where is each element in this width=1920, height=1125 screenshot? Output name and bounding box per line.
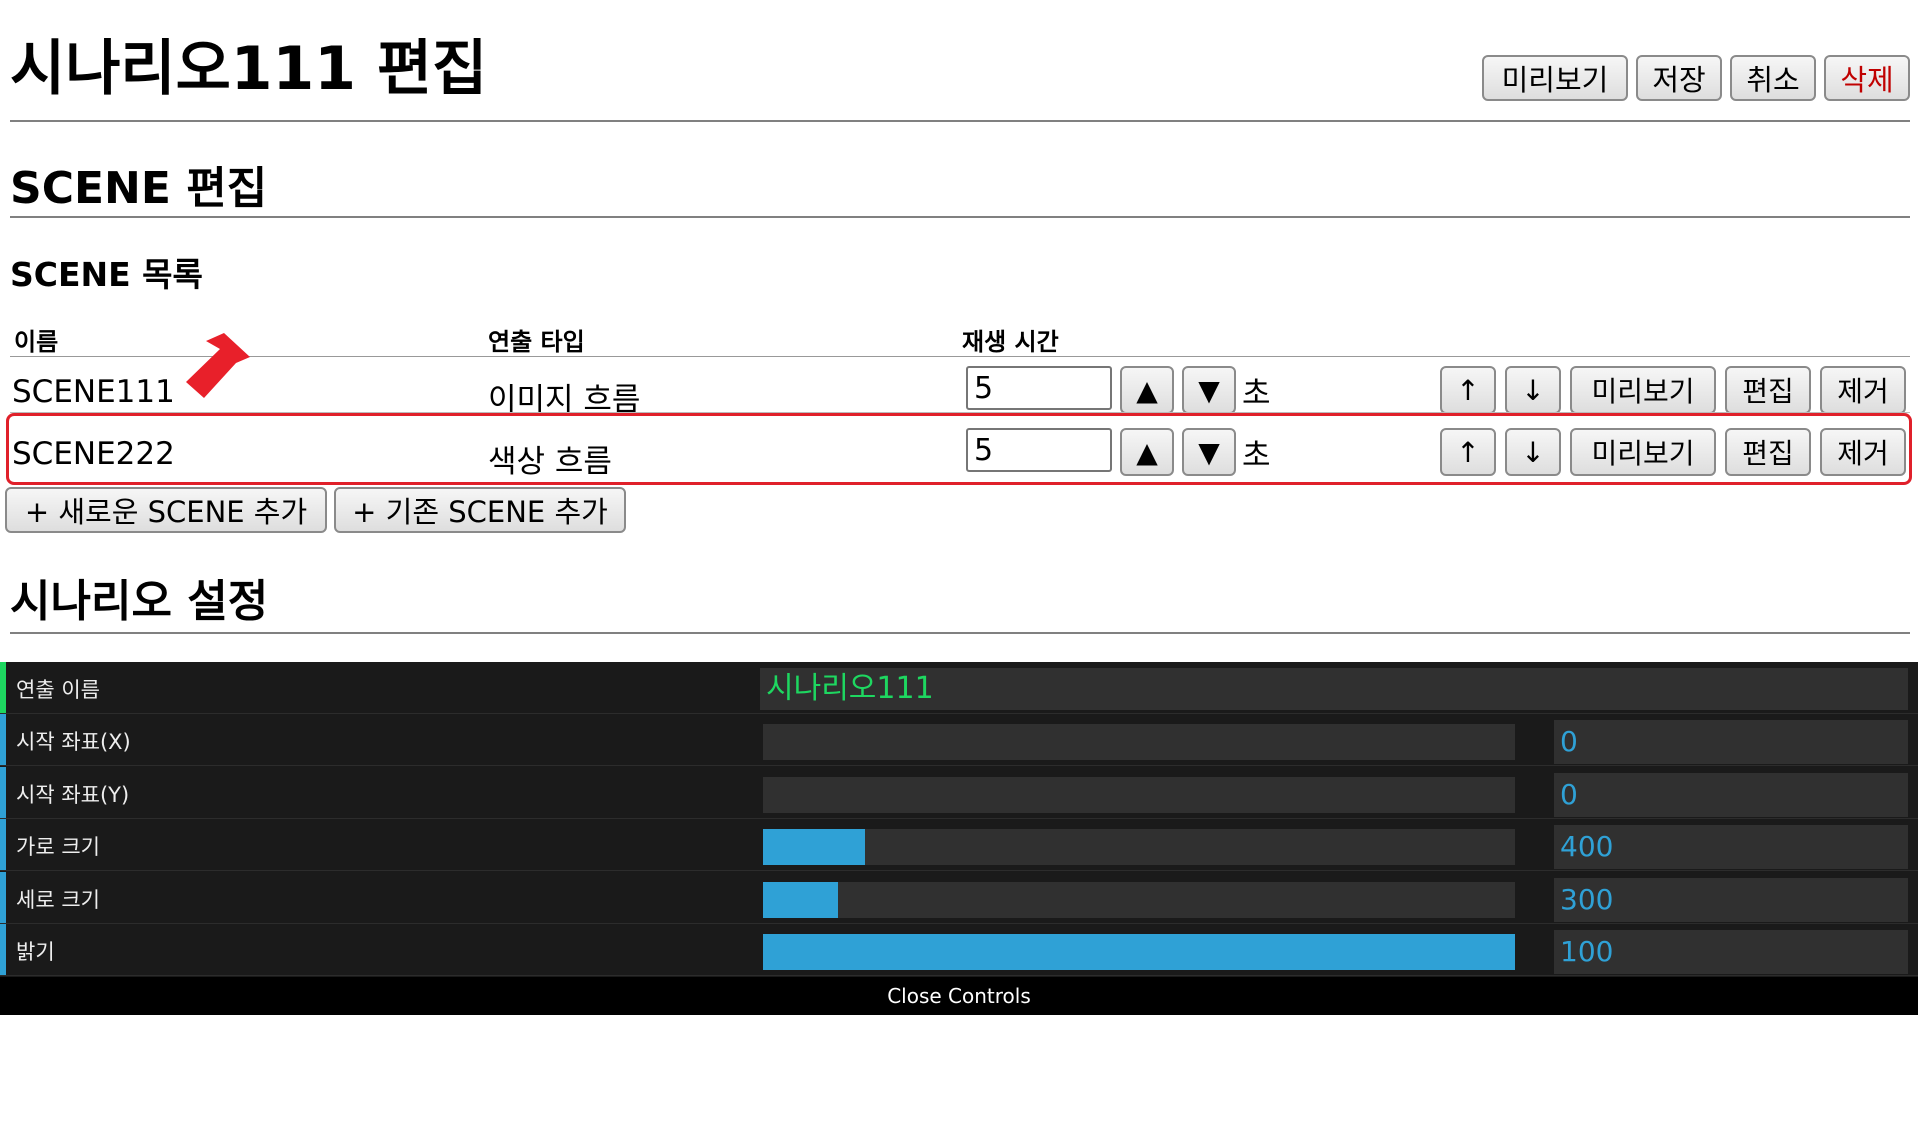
table-header-divider [10, 356, 1910, 357]
row-accent [0, 924, 6, 975]
scene-name: SCENE111 [12, 374, 175, 410]
duration-input[interactable] [966, 366, 1112, 410]
setting-brightness-row: 밝기 100 [0, 924, 1918, 976]
row-accent [0, 819, 6, 870]
scene-edit-button[interactable]: 편집 [1725, 366, 1811, 414]
scene-remove-button[interactable]: 제거 [1820, 366, 1906, 414]
row-accent [0, 767, 6, 818]
move-up-button[interactable]: ↑ [1440, 366, 1496, 414]
move-down-button[interactable]: ↓ [1505, 366, 1561, 414]
column-header-name: 이름 [14, 328, 59, 356]
height-slider[interactable] [763, 882, 1515, 918]
settings-panel: 연출 이름 시나리오111 시작 좌표(X) 0 시작 좌표(Y) 0 가로 크… [0, 662, 1918, 1015]
setting-label: 시작 좌표(Y) [16, 783, 130, 807]
setting-height-row: 세로 크기 300 [0, 872, 1918, 924]
brightness-slider[interactable] [763, 934, 1515, 970]
scenario-edit-page: 시나리오111 편집 미리보기 저장 취소 삭제 SCENE 편집 SCENE … [0, 0, 1920, 1125]
header-actions: 미리보기 저장 취소 삭제 [1482, 55, 1910, 101]
slider-fill [763, 882, 839, 918]
setting-label: 시작 좌표(X) [16, 730, 131, 754]
name-field[interactable]: 시나리오111 [760, 668, 1908, 710]
settings-divider [10, 632, 1910, 634]
duration-increase-button[interactable]: ▲ [1120, 366, 1174, 414]
brightness-field[interactable]: 100 [1554, 930, 1908, 974]
setting-label: 가로 크기 [16, 835, 100, 859]
settings-heading: 시나리오 설정 [10, 576, 269, 627]
row-accent [0, 872, 6, 923]
close-controls-button[interactable]: Close Controls [0, 977, 1918, 1015]
save-button[interactable]: 저장 [1636, 55, 1722, 101]
setting-width-row: 가로 크기 400 [0, 819, 1918, 871]
duration-unit: 초 [1242, 376, 1271, 412]
preview-button[interactable]: 미리보기 [1482, 55, 1628, 101]
scene-edit-heading: SCENE 편집 [10, 163, 268, 214]
setting-label: 연출 이름 [16, 678, 100, 702]
slider-fill [763, 934, 1515, 970]
slider-fill [763, 829, 865, 865]
setting-start-x-row: 시작 좌표(X) 0 [0, 714, 1918, 766]
duration-decrease-button[interactable]: ▼ [1182, 366, 1236, 414]
height-field[interactable]: 300 [1554, 878, 1908, 922]
scene-list-heading: SCENE 목록 [10, 255, 203, 294]
column-header-duration: 재생 시간 [962, 328, 1059, 356]
delete-button[interactable]: 삭제 [1824, 55, 1910, 101]
setting-start-y-row: 시작 좌표(Y) 0 [0, 767, 1918, 819]
selected-row-highlight [6, 413, 1912, 485]
row-accent [0, 714, 6, 765]
page-title: 시나리오111 편집 [10, 34, 488, 104]
start-y-field[interactable]: 0 [1554, 773, 1908, 817]
header-divider [10, 120, 1910, 122]
start-x-slider[interactable] [763, 724, 1515, 760]
cancel-button[interactable]: 취소 [1730, 55, 1816, 101]
setting-label: 밝기 [16, 940, 55, 964]
header: 시나리오111 편집 미리보기 저장 취소 삭제 [10, 30, 1910, 120]
pointer-arrow-icon [186, 333, 250, 398]
start-y-slider[interactable] [763, 777, 1515, 813]
scene-preview-button[interactable]: 미리보기 [1570, 366, 1716, 414]
add-existing-scene-button[interactable]: + 기존 SCENE 추가 [334, 487, 626, 533]
scene-divider [10, 216, 1910, 218]
setting-name-row: 연출 이름 시나리오111 [0, 662, 1918, 714]
setting-label: 세로 크기 [16, 888, 100, 912]
start-x-field[interactable]: 0 [1554, 720, 1908, 764]
add-new-scene-button[interactable]: + 새로운 SCENE 추가 [5, 487, 327, 533]
row-accent [0, 662, 6, 713]
column-header-type: 연출 타입 [488, 328, 585, 356]
width-field[interactable]: 400 [1554, 825, 1908, 869]
width-slider[interactable] [763, 829, 1515, 865]
